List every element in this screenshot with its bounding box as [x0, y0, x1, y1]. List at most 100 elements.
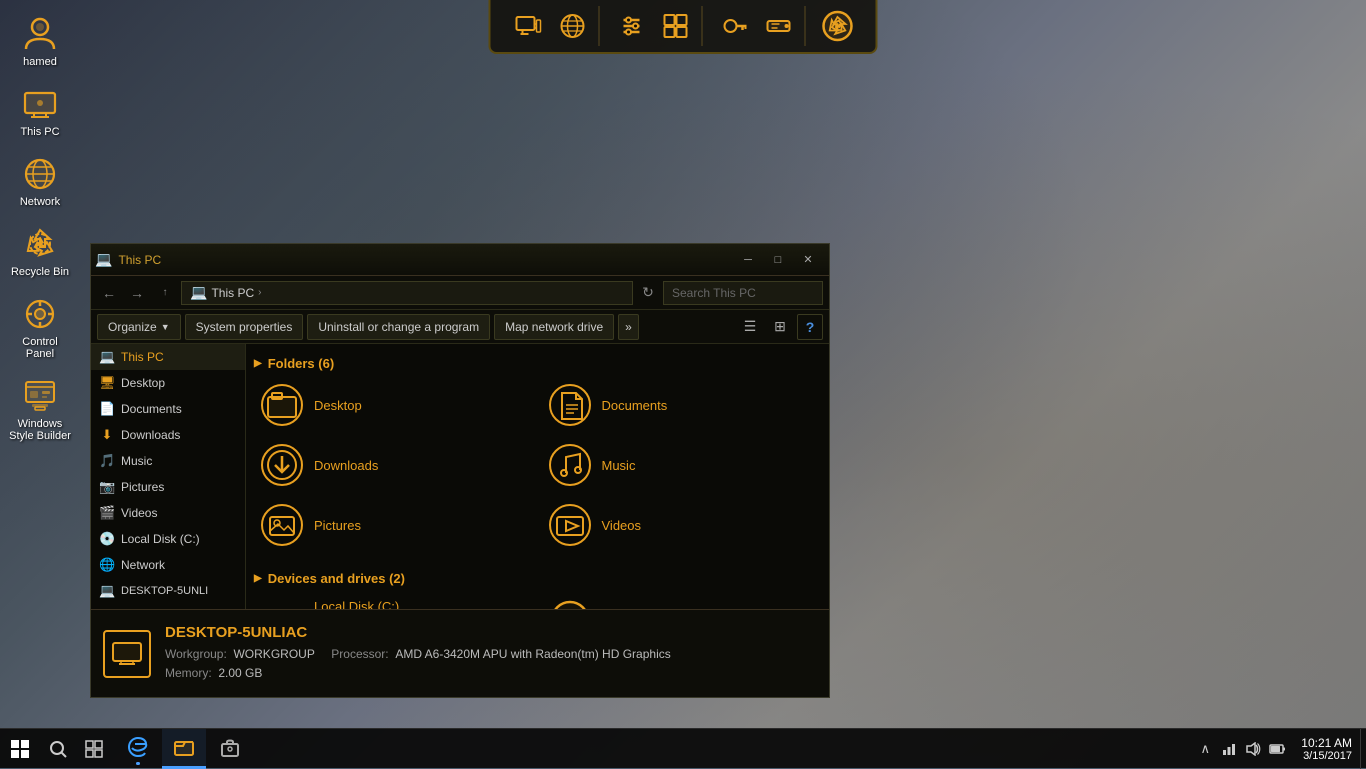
toolbar-recycle-btn[interactable]: [818, 6, 858, 46]
tray-network-icon[interactable]: [1219, 729, 1239, 769]
close-button[interactable]: ✕: [795, 250, 821, 270]
videos-sidebar-label: Videos: [121, 506, 157, 520]
clock-date: 3/15/2017: [1301, 750, 1352, 762]
address-path[interactable]: 💻 This PC ›: [181, 281, 633, 305]
uninstall-button[interactable]: Uninstall or change a program: [307, 314, 490, 340]
folder-pictures[interactable]: Pictures: [254, 499, 534, 551]
search-placeholder: Search This PC: [672, 286, 756, 300]
refresh-button[interactable]: ↻: [637, 282, 659, 304]
sidebar-item-videos[interactable]: 🎬 Videos: [91, 500, 245, 526]
folder-desktop-name: Desktop: [314, 398, 362, 413]
toolbar-globe-btn[interactable]: [553, 6, 593, 46]
downloads-sidebar-label: Downloads: [121, 428, 180, 442]
desktop-icon-control-panel[interactable]: ControlPanel: [5, 290, 75, 364]
taskbar-app-edge[interactable]: [116, 729, 160, 769]
sidebar-item-pictures[interactable]: 📷 Pictures: [91, 474, 245, 500]
view-grid-button[interactable]: ⊞: [767, 314, 793, 340]
hamed-label: hamed: [23, 56, 57, 68]
toolbar-group-security: [709, 6, 806, 46]
task-view-button[interactable]: [76, 729, 112, 769]
taskbar-app-explorer[interactable]: [162, 729, 206, 769]
explorer-title-icon: 💻: [95, 251, 112, 268]
folder-downloads-name: Downloads: [314, 458, 378, 473]
sidebar-item-network[interactable]: 🌐 Network: [91, 552, 245, 578]
system-properties-button[interactable]: System properties: [185, 314, 304, 340]
desktop5-sidebar-icon: 💻: [99, 583, 115, 599]
memory-label: Memory:: [165, 666, 212, 680]
documents-sidebar-label: Documents: [121, 402, 182, 416]
maximize-button[interactable]: □: [765, 250, 791, 270]
folder-music[interactable]: Music: [542, 439, 822, 491]
help-button[interactable]: ?: [797, 314, 823, 340]
sidebar-item-this-pc[interactable]: 💻 This PC: [91, 344, 245, 370]
wsb-icon: [20, 376, 60, 416]
folder-music-icon: [548, 443, 592, 487]
more-ribbon-button[interactable]: »: [618, 314, 639, 340]
sidebar-item-music[interactable]: 🎵 Music: [91, 448, 245, 474]
address-bar: ← → ↑ 💻 This PC › ↻ Search This PC: [91, 276, 829, 310]
show-desktop-button[interactable]: [1360, 729, 1366, 769]
back-button[interactable]: ←: [97, 281, 121, 305]
search-button[interactable]: [40, 729, 76, 769]
clock-time: 10:21 AM: [1301, 736, 1352, 750]
tray-up-arrow[interactable]: ∧: [1195, 729, 1215, 769]
folder-videos-icon: [548, 503, 592, 547]
desktop-sidebar-label: Desktop: [121, 376, 165, 390]
taskbar-app-store[interactable]: [208, 729, 252, 769]
toolbar-computer-btn[interactable]: [509, 6, 549, 46]
folder-music-name: Music: [602, 458, 636, 473]
toolbar-packages-btn[interactable]: [656, 6, 696, 46]
desktop-icon-wsb[interactable]: WindowsStyle Builder: [5, 372, 75, 446]
folder-downloads[interactable]: Downloads: [254, 439, 534, 491]
folder-videos-name: Videos: [602, 518, 642, 533]
folder-videos[interactable]: Videos: [542, 499, 822, 551]
system-properties-label: System properties: [196, 320, 293, 334]
drive-local-disk-c[interactable]: Local Disk (C:) 19.6 GB free of 31.5 GB: [254, 594, 534, 609]
main-content: 💻 This PC 🖥 Desktop 📄 Documents ⬇ Downlo…: [91, 344, 829, 609]
sidebar-item-documents[interactable]: 📄 Documents: [91, 396, 245, 422]
search-box[interactable]: Search This PC: [663, 281, 823, 305]
desktop-icon-this-pc[interactable]: This PC: [5, 80, 75, 142]
drives-grid: Local Disk (C:) 19.6 GB free of 31.5 GB: [254, 594, 821, 609]
this-pc-sidebar-icon: 💻: [99, 349, 115, 365]
title-bar: 💻 This PC ─ □ ✕: [91, 244, 829, 276]
organize-dropdown-icon: ▼: [161, 322, 170, 332]
path-dropdown[interactable]: ›: [258, 287, 261, 298]
folder-documents[interactable]: Documents: [542, 379, 822, 431]
organize-label: Organize: [108, 320, 157, 334]
desktop-icon-network[interactable]: Network: [5, 150, 75, 212]
organize-button[interactable]: Organize ▼: [97, 314, 181, 340]
toolbar-group-recycle: [812, 6, 864, 46]
sidebar-item-local-disk[interactable]: 💿 Local Disk (C:): [91, 526, 245, 552]
tray-battery-icon[interactable]: [1267, 729, 1287, 769]
toolbar-storage-btn[interactable]: [759, 6, 799, 46]
taskbar-tray: ∧: [1189, 729, 1293, 769]
status-computer-icon: [103, 630, 151, 678]
sidebar-item-downloads[interactable]: ⬇ Downloads: [91, 422, 245, 448]
folder-documents-name: Documents: [602, 398, 668, 413]
status-bar: DESKTOP-5UNLIAC Workgroup: WORKGROUP Pro…: [91, 609, 829, 697]
tray-volume-icon[interactable]: [1243, 729, 1263, 769]
hdd-icon: [260, 598, 304, 609]
sidebar-item-desktop5[interactable]: 💻 DESKTOP-5UNLI: [91, 578, 245, 604]
folder-pictures-icon: [260, 503, 304, 547]
pictures-sidebar-icon: 📷: [99, 479, 115, 495]
desktop-icons-container: hamed This PC Network: [0, 0, 80, 728]
toolbar-settings-btn[interactable]: [612, 6, 652, 46]
drive-cd-d[interactable]: CD Drive (D:): [542, 594, 822, 609]
minimize-button[interactable]: ─: [735, 250, 761, 270]
forward-button[interactable]: →: [125, 281, 149, 305]
start-button[interactable]: [0, 729, 40, 769]
desktop-icon-recycle[interactable]: Recycle Bin: [5, 220, 75, 282]
sidebar-item-desktop[interactable]: 🖥 Desktop: [91, 370, 245, 396]
toolbar-key-btn[interactable]: [715, 6, 755, 46]
folder-desktop[interactable]: Desktop: [254, 379, 534, 431]
file-area[interactable]: Folders (6) Desktop: [246, 344, 829, 609]
folder-downloads-icon: [260, 443, 304, 487]
local-disk-sidebar-label: Local Disk (C:): [121, 532, 200, 546]
map-network-button[interactable]: Map network drive: [494, 314, 614, 340]
view-list-button[interactable]: ☰: [737, 314, 763, 340]
up-button[interactable]: ↑: [153, 281, 177, 305]
desktop-icon-hamed[interactable]: hamed: [5, 10, 75, 72]
taskbar-clock[interactable]: 10:21 AM 3/15/2017: [1293, 729, 1360, 769]
